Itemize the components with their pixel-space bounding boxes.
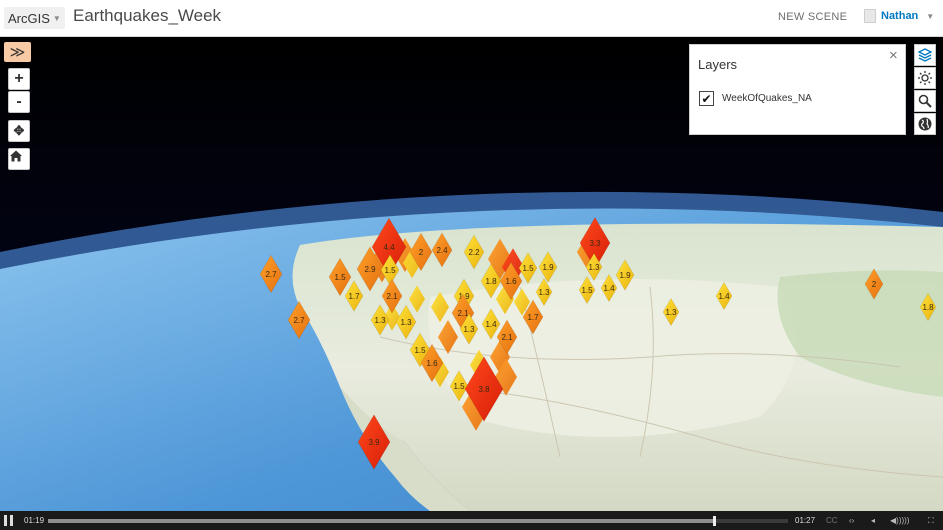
scene-title: Earthquakes_Week xyxy=(73,6,222,25)
new-scene-link[interactable]: NEW SCENE xyxy=(778,11,847,23)
daylight-icon xyxy=(918,71,932,85)
magnitude-label: 1.8 xyxy=(922,303,934,312)
zoom-out-button[interactable]: - xyxy=(8,91,30,113)
close-icon[interactable]: × xyxy=(889,47,898,64)
user-name: Nathan xyxy=(881,10,919,22)
magnitude-label: 1.5 xyxy=(384,266,396,275)
magnitude-label: 1.4 xyxy=(603,284,615,293)
pan-button[interactable]: ✥ xyxy=(8,120,30,142)
magnitude-label: 2.7 xyxy=(265,270,277,279)
magnitude-label: 1.4 xyxy=(718,292,730,301)
magnitude-label: 1.6 xyxy=(426,359,438,368)
duration-time: 01:27 xyxy=(795,516,816,525)
magnitude-label: 2.7 xyxy=(293,316,305,325)
magnitude-label: 4.4 xyxy=(383,243,395,252)
elapsed-time: 01:19 xyxy=(24,516,45,525)
arcgis-brand-menu[interactable]: ArcGIS ▼ xyxy=(4,7,65,29)
volume-icon[interactable]: ◀))))) xyxy=(890,516,909,525)
brand-label: ArcGIS xyxy=(8,10,50,26)
magnitude-label: 1.5 xyxy=(334,273,346,282)
magnitude-label: 3.3 xyxy=(589,239,601,248)
magnitude-label: 1.3 xyxy=(374,316,386,325)
magnitude-label: 1.9 xyxy=(619,271,631,280)
layer-visibility-checkbox[interactable]: ✔ xyxy=(699,91,714,106)
avatar xyxy=(864,9,876,23)
magnitude-label: 2 xyxy=(419,248,424,257)
layer-item[interactable]: ✔ WeekOfQuakes_NA xyxy=(699,91,812,106)
app-window: ArcGIS ▼ Earthquakes_Week NEW SCENE Nath… xyxy=(0,0,943,530)
magnitude-label: 1.3 xyxy=(538,288,550,297)
closed-captions-button[interactable]: CC xyxy=(826,516,838,525)
magnitude-label: 1.7 xyxy=(527,313,539,322)
chevron-down-icon: ▼ xyxy=(52,13,61,23)
seek-bar-thumb[interactable] xyxy=(713,516,716,526)
home-icon xyxy=(10,150,22,162)
magnitude-label: 2.1 xyxy=(386,292,398,301)
seek-bar-progress xyxy=(48,519,714,523)
zoom-in-button[interactable]: + xyxy=(8,68,30,90)
chevron-down-icon: ▼ xyxy=(926,11,935,21)
magnitude-label: 1.5 xyxy=(522,264,534,273)
share-icon[interactable]: ◂ xyxy=(871,516,875,525)
magnitude-label: 2.2 xyxy=(468,248,480,257)
pause-icon[interactable] xyxy=(4,515,7,526)
user-menu[interactable]: Nathan ▼ xyxy=(864,9,934,23)
video-player-bar: 01:19 01:27 CC ‹› ◂ ◀))))) ⛶ xyxy=(0,511,943,530)
magnitude-label: 2.1 xyxy=(501,333,513,342)
magnitude-label: 1.6 xyxy=(505,277,517,286)
magnitude-label: 1.3 xyxy=(463,325,475,334)
magnitude-label: 1.4 xyxy=(485,320,497,329)
magnitude-label: 1.5 xyxy=(581,286,593,295)
magnitude-label: 2 xyxy=(872,280,877,289)
magnitude-label: 2.9 xyxy=(364,265,376,274)
fullscreen-icon[interactable]: ⛶ xyxy=(928,516,934,526)
basemap-button[interactable] xyxy=(914,113,936,135)
basemap-globe-icon xyxy=(918,117,932,131)
layer-name: WeekOfQuakes_NA xyxy=(722,93,812,104)
layers-icon xyxy=(917,48,933,62)
search-icon xyxy=(918,94,932,108)
magnitude-label: 3.8 xyxy=(478,385,490,394)
magnitude-label: 1.9 xyxy=(542,263,554,272)
magnitude-label: 3.9 xyxy=(368,438,380,447)
seek-bar[interactable] xyxy=(48,516,788,526)
pan-icon: ✥ xyxy=(13,123,25,138)
layers-panel: Layers × ✔ WeekOfQuakes_NA xyxy=(689,44,906,135)
embed-icon[interactable]: ‹› xyxy=(849,516,854,525)
magnitude-label: 1.8 xyxy=(485,277,497,286)
magnitude-label: 1.5 xyxy=(414,346,426,355)
magnitude-label: 1.3 xyxy=(665,308,677,317)
layers-panel-title: Layers xyxy=(698,57,738,72)
app-header: ArcGIS ▼ Earthquakes_Week NEW SCENE Nath… xyxy=(0,0,943,37)
magnitude-label: 1.7 xyxy=(348,292,360,301)
search-button[interactable] xyxy=(914,90,936,112)
pause-icon-bar[interactable] xyxy=(10,515,13,526)
magnitude-label: 1.5 xyxy=(453,382,465,391)
expand-panel-button[interactable]: ≫ xyxy=(4,42,31,62)
home-button[interactable] xyxy=(8,148,30,170)
daylight-button[interactable] xyxy=(914,67,936,89)
layers-button[interactable] xyxy=(914,44,936,66)
magnitude-label: 2.4 xyxy=(436,246,448,255)
right-toolbar xyxy=(914,44,936,136)
magnitude-label: 1.3 xyxy=(588,263,600,272)
magnitude-label: 1.3 xyxy=(400,318,412,327)
